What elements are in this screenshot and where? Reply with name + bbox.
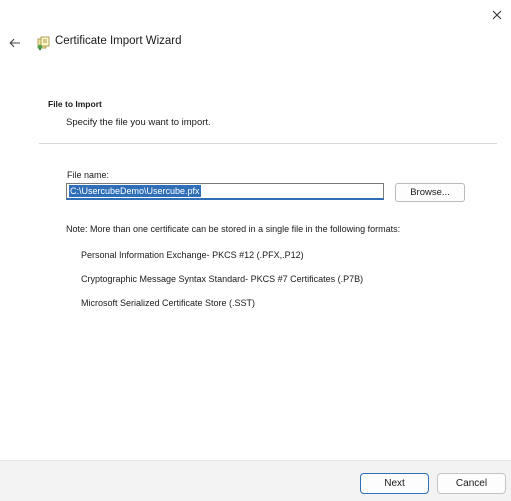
format-item: Microsoft Serialized Certificate Store (… — [81, 298, 256, 308]
close-button[interactable] — [486, 4, 508, 26]
footer-bar — [0, 460, 511, 501]
section-subtitle: Specify the file you want to import. — [66, 117, 211, 128]
file-name-value: C:\UsercubeDemo\Usercube.pfx — [69, 185, 201, 197]
browse-button[interactable]: Browse... — [395, 183, 465, 202]
formats-note: Note: More than one certificate can be s… — [66, 224, 401, 234]
file-name-input[interactable]: C:\UsercubeDemo\Usercube.pfx — [66, 183, 384, 200]
certificate-icon — [37, 36, 50, 51]
cancel-button[interactable]: Cancel — [437, 473, 506, 494]
back-arrow-icon — [9, 38, 20, 48]
back-button[interactable] — [4, 32, 26, 54]
format-item: Personal Information Exchange- PKCS #12 … — [81, 250, 304, 260]
section-title: File to Import — [48, 99, 102, 109]
close-icon — [492, 10, 502, 20]
divider — [39, 143, 497, 144]
file-name-label: File name: — [67, 170, 110, 180]
format-item: Cryptographic Message Syntax Standard- P… — [81, 274, 364, 284]
next-button[interactable]: Next — [360, 473, 429, 494]
wizard-title: Certificate Import Wizard — [55, 35, 182, 47]
